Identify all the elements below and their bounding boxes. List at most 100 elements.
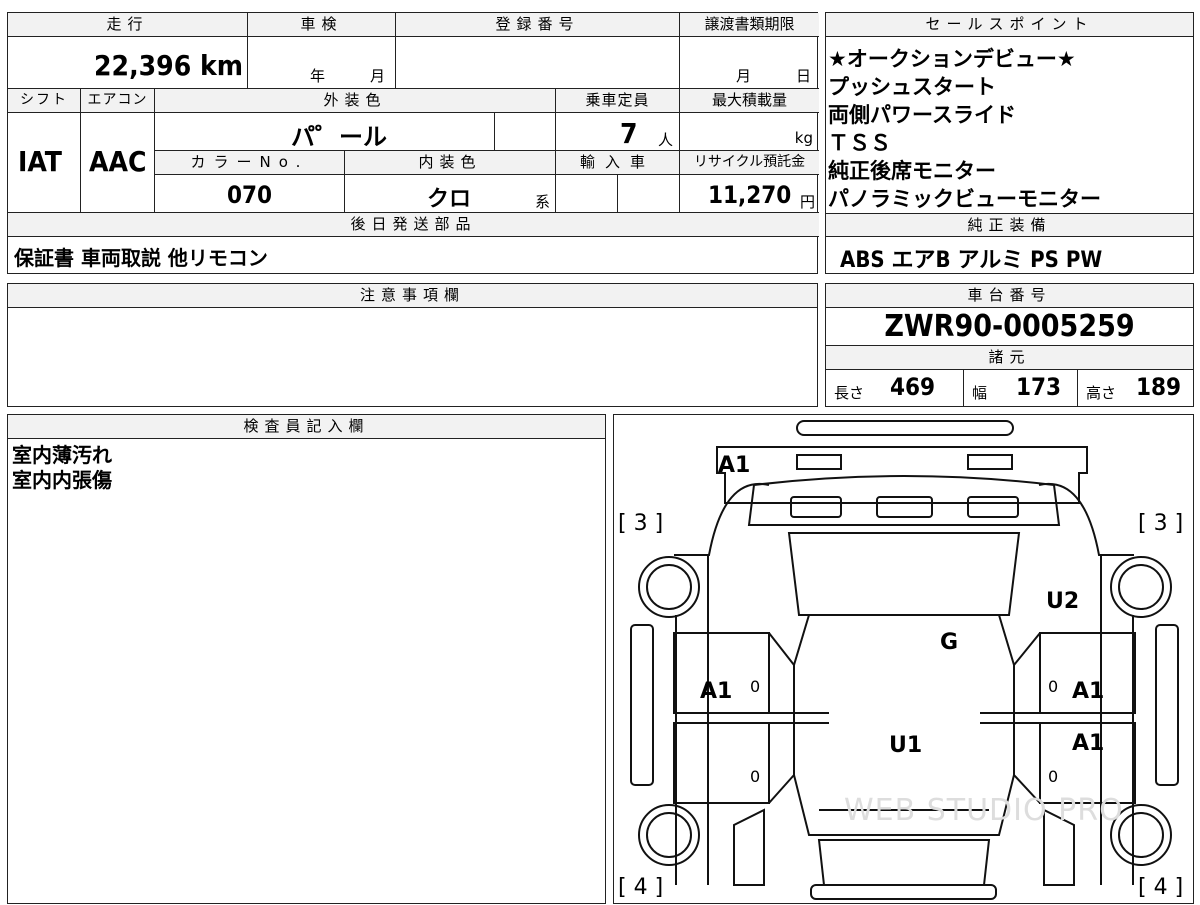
height-label: 高さ: [1086, 384, 1117, 402]
recycle-header: リサイクル預託金: [680, 151, 819, 175]
width-label: 幅: [972, 384, 988, 402]
height-cell: 高さ 189: [1078, 370, 1193, 406]
interior-color-cell: クロ 系: [345, 175, 556, 213]
mark-right-front-door: A1: [1072, 679, 1105, 704]
caution-header: 注意事項欄: [8, 284, 817, 308]
mark-door-zero: 0: [1048, 677, 1059, 696]
shift-header: シフト: [8, 89, 81, 113]
capacity-unit: 人: [658, 131, 674, 149]
exterior-color-value: パ゜ール: [291, 123, 387, 151]
registration-cell: [396, 37, 680, 89]
wheel-front-left-inner: [646, 564, 692, 610]
sales-point: 純正後席モニター: [828, 159, 996, 183]
inspection-cell: 年 月: [248, 37, 396, 89]
color-no-header: カラーNo.: [155, 151, 345, 175]
length-cell: 長さ 469: [826, 370, 964, 406]
ac-value: AAC: [89, 145, 147, 178]
inspector-header: 検査員記入欄: [8, 415, 605, 439]
length-label: 長さ: [834, 384, 865, 402]
exterior-extra-cell: [495, 113, 556, 151]
inspection-month: 月: [370, 67, 386, 85]
mark-right-rear-tire: [ 4 ]: [1138, 875, 1184, 900]
mileage-header: 走行: [8, 13, 248, 37]
door-rear-left: [673, 722, 770, 804]
mark-right-front-tire: [ 3 ]: [1138, 511, 1184, 536]
exterior-color-cell: パ゜ール: [155, 113, 495, 151]
watermark: WEB STUDIO PRO: [844, 793, 1124, 828]
inspector-box: 検査員記入欄 室内薄汚れ 室内内張傷: [7, 414, 606, 904]
transfer-cell: 月 日: [680, 37, 819, 89]
mark-windshield: G: [940, 630, 959, 655]
equipment-header: 純正装備: [826, 213, 1193, 237]
mark-left-front-tire: [ 3 ]: [618, 511, 664, 536]
mileage-cell: 22,396 km: [8, 37, 248, 89]
capacity-value: 7: [620, 117, 638, 150]
mark-left-rear-tire: [ 4 ]: [618, 875, 664, 900]
front-bumper-outline: [716, 446, 1088, 504]
sales-points-box: セールスポイント ★オークションデビュー★ プッシュスタート 両側パワースライド…: [825, 12, 1194, 274]
equipment-value: ABS エアB アルミ PS PW: [840, 248, 1103, 273]
wheel-rear-left-inner: [646, 812, 692, 858]
recycle-value: 11,270: [708, 181, 792, 209]
max-load-cell: kg: [680, 113, 819, 151]
chassis-cell: ZWR90-0005259: [826, 308, 1193, 346]
hood-vent-3: [967, 496, 1019, 518]
chassis-number: ZWR90-0005259: [884, 309, 1135, 344]
width-cell: 幅 173: [964, 370, 1078, 406]
vehicle-info-table: 走行 車検 登録番号 譲渡書類期限 22,396 km 年 月 月 日 シフト …: [7, 12, 819, 274]
max-load-unit: kg: [794, 129, 813, 147]
later-parts-cell: 保証書 車両取説 他リモコン: [8, 237, 819, 273]
transfer-deadline-header: 譲渡書類期限: [680, 13, 819, 37]
color-no-cell: 070: [155, 175, 345, 213]
wheel-rear-right-inner: [1118, 812, 1164, 858]
mark-door-zero: 0: [750, 767, 761, 786]
mark-roof: U1: [889, 733, 923, 758]
car-diagram-box: A1 [ 3 ] [ 3 ] U2 G A1 A1 A1 U1 [ 4 ] [ …: [613, 414, 1194, 904]
mark-left-front-door: A1: [700, 679, 733, 704]
inspection-header: 車検: [248, 13, 396, 37]
color-no-value: 070: [227, 181, 273, 209]
front-light-left: [796, 454, 842, 470]
interior-color-suffix: 系: [535, 193, 551, 211]
ac-header: エアコン: [81, 89, 155, 113]
later-parts-value: 保証書 車両取説 他リモコン: [14, 246, 268, 270]
rear-quarter-left: [733, 808, 765, 886]
caution-box: 注意事項欄: [7, 283, 818, 407]
ac-cell: AAC: [81, 113, 155, 213]
wheel-front-right-inner: [1118, 564, 1164, 610]
shift-cell: IAT: [8, 113, 81, 213]
specs-header: 諸元: [826, 346, 1193, 370]
import-cell-a: [556, 175, 618, 213]
chassis-box: 車台番号 ZWR90-0005259 諸元 長さ 469 幅 173 高さ 18…: [825, 283, 1194, 407]
capacity-header: 乗車定員: [556, 89, 680, 113]
mileage-value: 22,396 km: [94, 49, 243, 82]
windshield-outline: [787, 532, 1021, 616]
transfer-month: 月: [736, 67, 752, 85]
sales-points-header: セールスポイント: [826, 13, 1193, 37]
rear-glass: [817, 839, 991, 886]
hood-vent-1: [790, 496, 842, 518]
sales-point: 両側パワースライド: [828, 103, 1016, 127]
inspector-note: 室内薄汚れ: [12, 443, 112, 467]
sales-point: ＴＳＳ: [828, 131, 891, 155]
body-outline: [674, 482, 1134, 556]
rear-marker-bar: [810, 884, 997, 900]
transfer-day: 日: [796, 67, 812, 85]
shift-value: IAT: [18, 145, 62, 178]
fender-left: [630, 624, 654, 786]
fender-right: [1155, 624, 1179, 786]
front-light-right: [967, 454, 1013, 470]
length-value: 469: [890, 373, 936, 401]
width-value: 173: [1016, 373, 1062, 401]
registration-header: 登録番号: [396, 13, 680, 37]
mark-door-zero: 0: [750, 677, 761, 696]
import-cell-b: [618, 175, 680, 213]
inspection-year: 年: [310, 67, 326, 85]
import-header: 輸入車: [556, 151, 680, 175]
chassis-header: 車台番号: [826, 284, 1193, 308]
interior-color-value: クロ: [427, 187, 472, 212]
height-value: 189: [1136, 373, 1182, 401]
recycle-unit: 円: [799, 193, 815, 211]
capacity-cell: 7 人: [556, 113, 680, 151]
exterior-color-header: 外装色: [155, 89, 556, 113]
